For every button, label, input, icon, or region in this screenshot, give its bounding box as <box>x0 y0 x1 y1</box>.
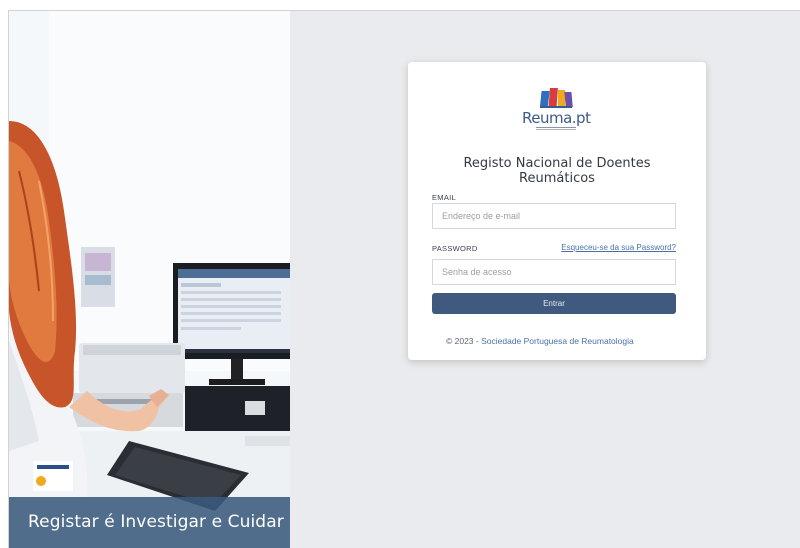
page-title: Registo Nacional de Doentes Reumáticos <box>463 156 651 186</box>
email-label: EMAIL <box>432 193 457 202</box>
forgot-password-link[interactable]: Esqueceu-se da sua Password? <box>561 243 676 252</box>
logo-tagline-lines <box>536 127 576 130</box>
office-scene-image <box>9 11 290 548</box>
hero-photo: Registar é Investigar e Cuidar <box>9 11 290 548</box>
footer-copyright: © 2023 - Sociedade Portuguesa de Reumato… <box>446 336 634 346</box>
email-field[interactable] <box>432 203 676 229</box>
organization-link[interactable]: Sociedade Portuguesa de Reumatologia <box>481 336 634 346</box>
password-field[interactable] <box>432 259 676 285</box>
caption-text: Registar é Investigar e Cuidar <box>28 512 284 532</box>
password-label: PASSWORD <box>432 244 478 253</box>
copyright-text: © 2023 - <box>446 336 479 346</box>
login-card: Reuma.pt Registo Nacional de Doentes Reu… <box>408 62 706 360</box>
reuma-logo: Reuma.pt <box>516 87 606 135</box>
reuma-books-logo-icon <box>539 88 573 108</box>
login-button[interactable]: Entrar <box>432 293 676 314</box>
logo-wordmark: Reuma.pt <box>522 109 591 127</box>
page-frame: Registar é Investigar e Cuidar Reuma.pt … <box>8 10 800 548</box>
login-area: Reuma.pt Registo Nacional de Doentes Reu… <box>290 11 800 548</box>
caption-banner: Registar é Investigar e Cuidar <box>9 497 290 548</box>
